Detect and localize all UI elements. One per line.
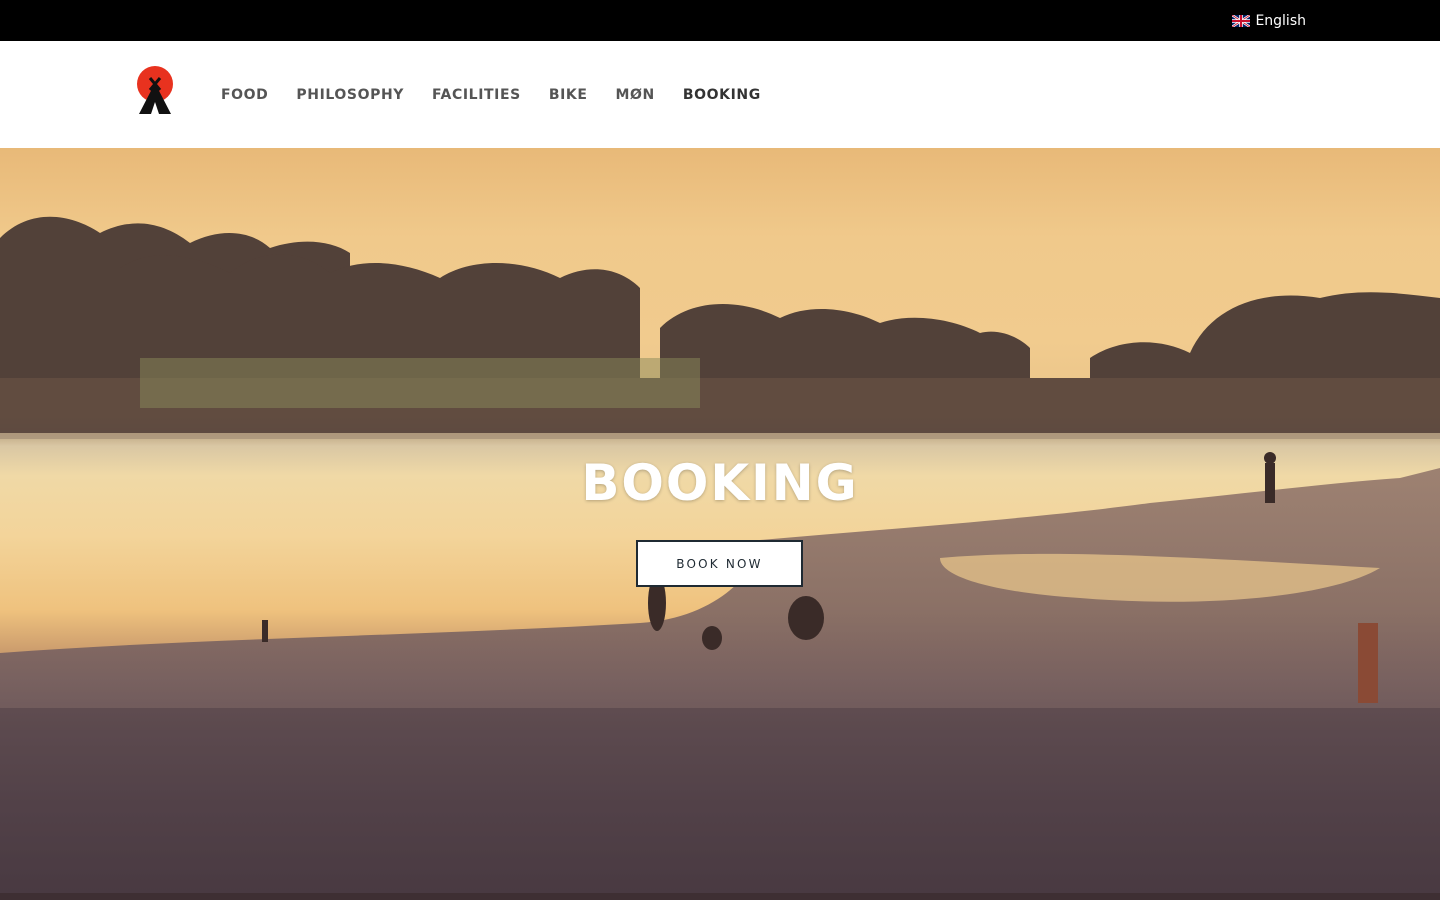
nav-item-philosophy[interactable]: PHILOSOPHY	[296, 87, 404, 103]
book-now-button[interactable]: BOOK NOW	[636, 540, 803, 587]
hero-title: BOOKING	[581, 454, 859, 512]
language-switcher[interactable]: English	[1232, 13, 1306, 29]
section-divider	[0, 893, 1440, 900]
primary-nav: FOOD PHILOSOPHY FACILITIES BIKE MØN BOOK…	[221, 87, 761, 103]
nav-item-food[interactable]: FOOD	[221, 87, 268, 103]
main-navbar: FOOD PHILOSOPHY FACILITIES BIKE MØN BOOK…	[0, 41, 1440, 148]
tipi-tent-logo[interactable]	[134, 66, 178, 118]
nav-item-mon[interactable]: MØN	[616, 87, 655, 103]
nav-item-booking[interactable]: BOOKING	[683, 87, 761, 103]
uk-flag-icon	[1232, 15, 1251, 27]
nav-item-bike[interactable]: BIKE	[549, 87, 588, 103]
top-bar: English	[0, 0, 1440, 41]
nav-item-facilities[interactable]: FACILITIES	[432, 87, 521, 103]
hero-background-photo	[0, 216, 1440, 893]
hero-banner: BOOKING BOOK NOW	[0, 148, 1440, 893]
language-label: English	[1255, 13, 1306, 29]
